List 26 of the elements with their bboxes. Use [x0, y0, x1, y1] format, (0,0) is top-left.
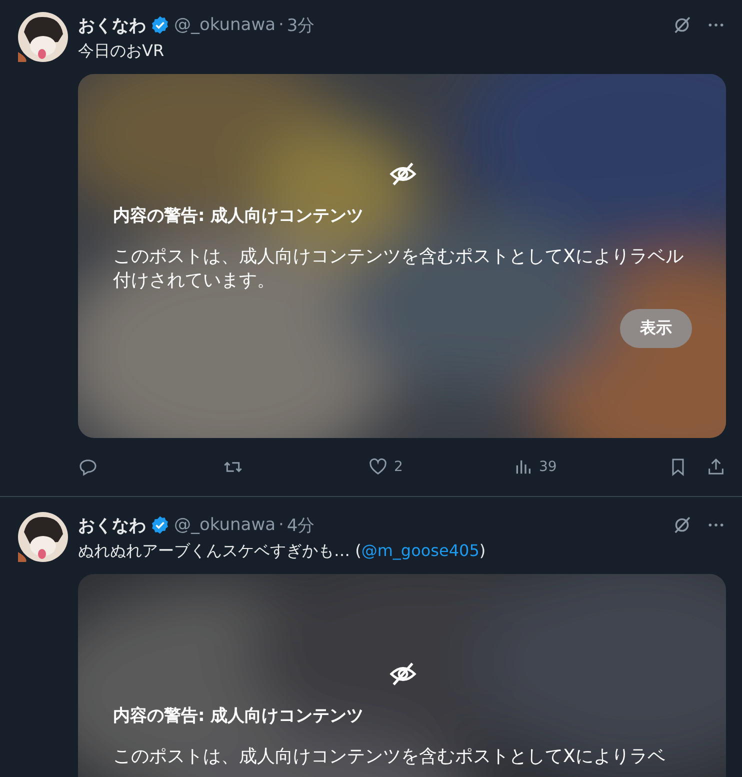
- avatar[interactable]: [18, 512, 68, 562]
- warning-title: 内容の警告: 成人向けコンテンツ: [113, 705, 365, 727]
- share-icon[interactable]: [706, 457, 726, 477]
- display-name[interactable]: おくなわ: [78, 14, 146, 36]
- warning-title: 内容の警告: 成人向けコンテンツ: [113, 205, 365, 227]
- post-text: 今日のおVR: [78, 40, 166, 62]
- separator-dot: ·: [278, 515, 284, 535]
- warning-message: このポストは、成人向けコンテンツを含むポストとしてXによりラベル付けされています。: [113, 245, 684, 293]
- action-count: 39: [539, 459, 557, 475]
- slashed-circle-icon[interactable]: [672, 15, 692, 35]
- post-text: ぬれぬれアーブくんスケベすぎかも… (@m_goose405): [78, 540, 487, 562]
- action-count: 2: [394, 459, 403, 475]
- eye-slash-icon: [388, 160, 416, 188]
- slashed-circle-icon[interactable]: [672, 515, 692, 535]
- post-time[interactable]: 3分: [286, 14, 315, 36]
- user-handle[interactable]: @_okunawa: [174, 15, 276, 35]
- heart-icon[interactable]: [368, 457, 388, 477]
- avatar[interactable]: [18, 12, 68, 62]
- mention-link[interactable]: @m_goose405: [361, 541, 480, 560]
- eye-slash-icon: [388, 660, 416, 688]
- display-name[interactable]: おくなわ: [78, 514, 146, 536]
- post-time[interactable]: 4分: [286, 514, 315, 536]
- user-handle[interactable]: @_okunawa: [174, 515, 276, 535]
- reply-icon[interactable]: [78, 457, 98, 477]
- separator-dot: ·: [278, 15, 284, 35]
- warning-message: このポストは、成人向けコンテンツを含むポストとしてXによりラベ: [113, 745, 666, 769]
